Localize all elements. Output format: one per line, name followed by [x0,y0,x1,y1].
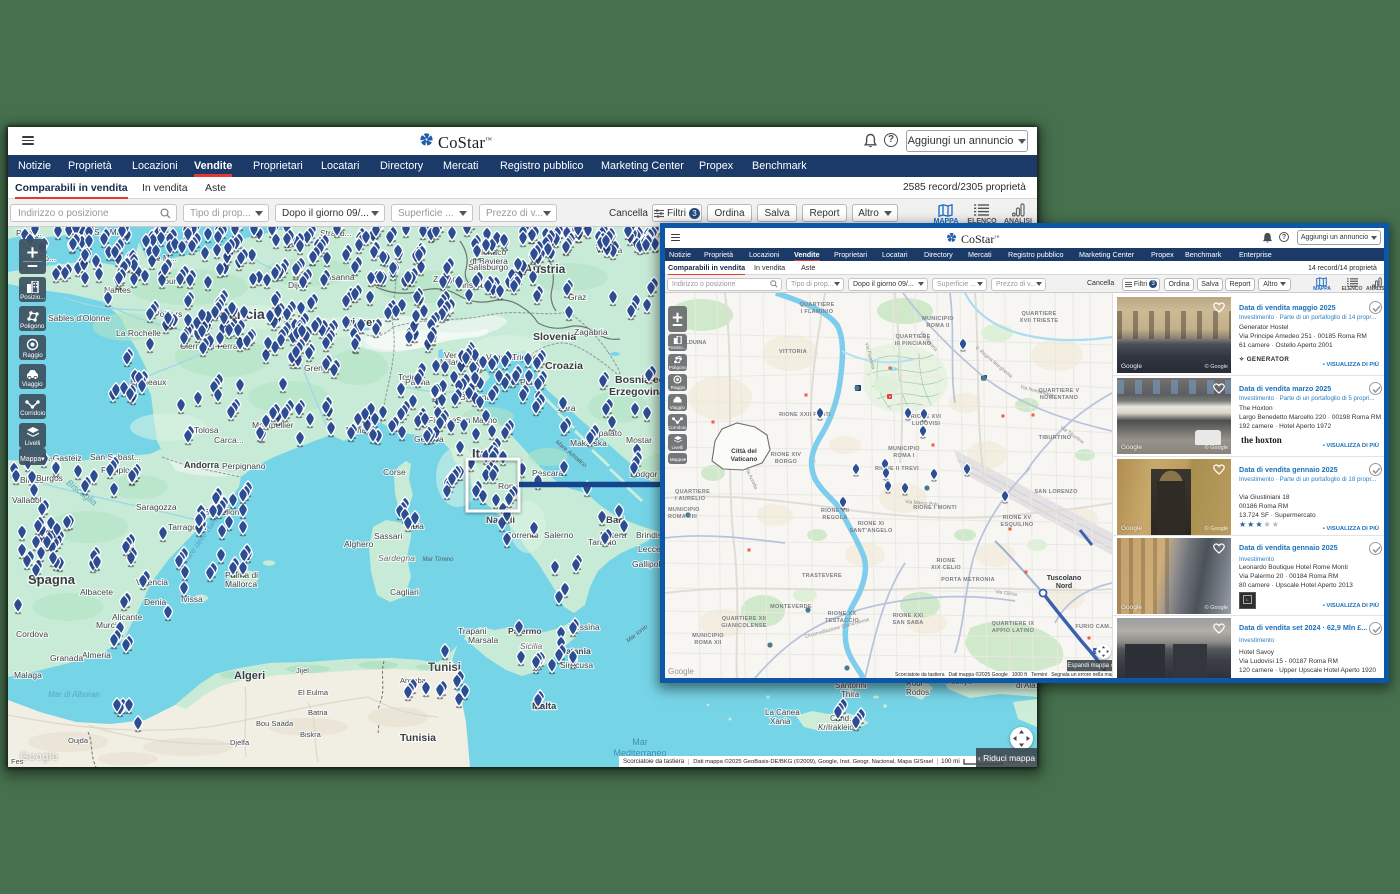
svg-text:GIANICOLENSE: GIANICOLENSE [721,623,766,629]
svg-text:La Rochelle: La Rochelle [116,328,161,338]
svg-text:ROMA II: ROMA II [926,323,949,329]
svg-text:TRASTEVERE: TRASTEVERE [802,573,842,579]
svg-text:VITTORIA: VITTORIA [779,349,807,355]
svg-text:Tolosa: Tolosa [194,425,219,435]
svg-text:Bou Saada: Bou Saada [256,719,294,728]
svg-text:Granada: Granada [50,653,83,663]
svg-text:Vaticano: Vaticano [731,456,758,463]
svg-text:Jijel: Jijel [296,666,309,675]
svg-text:Andorra: Andorra [184,460,220,470]
svg-text:I AURELIO: I AURELIO [675,496,706,502]
svg-text:Algeri: Algeri [234,670,265,682]
svg-text:ROMA XII: ROMA XII [694,640,721,646]
svg-text:ROMA XIII: ROMA XIII [668,514,697,520]
svg-text:Mar di Alboran: Mar di Alboran [48,690,100,699]
svg-text:QUARTIERE: QUARTIERE [799,302,834,308]
svg-text:Salerno: Salerno [544,530,574,540]
svg-text:Rodos: Rodos [906,688,929,697]
svg-text:Irakleio: Irakleio [828,723,854,732]
svg-text:Marsala: Marsala [468,635,499,645]
svg-text:Sassari: Sassari [374,531,402,541]
svg-text:Cagliari: Cagliari [390,587,419,597]
svg-text:Cordova: Cordova [16,629,48,639]
svg-text:Biskra: Biskra [300,730,322,739]
svg-text:SAN LORENZO: SAN LORENZO [1034,489,1078,495]
svg-text:Batna: Batna [308,708,328,717]
svg-text:Zagabria: Zagabria [574,327,608,337]
svg-text:Xania: Xania [770,717,791,726]
svg-text:Città del: Città del [731,448,757,455]
svg-text:Malaga: Malaga [14,670,42,680]
svg-text:MUNICIPIO: MUNICIPIO [668,507,700,513]
svg-text:Alghero: Alghero [344,539,374,549]
svg-text:MUNICIPIO: MUNICIPIO [922,316,954,322]
svg-text:RIONE XIV: RIONE XIV [771,452,802,458]
svg-text:LUDOVISI: LUDOVISI [912,421,941,427]
svg-text:REGOLA: REGOLA [822,515,847,521]
svg-text:XIX CELIO: XIX CELIO [931,565,961,571]
svg-text:SAN SABA: SAN SABA [892,620,923,626]
svg-text:La Canea: La Canea [765,708,800,717]
svg-text:ROMA I: ROMA I [893,453,915,459]
svg-text:MUNICIPIO: MUNICIPIO [692,633,724,639]
svg-text:El Eulma: El Eulma [298,688,329,697]
svg-text:Mar: Mar [632,737,648,747]
svg-text:RIONE XXI: RIONE XXI [893,613,924,619]
svg-text:Gallipoli: Gallipoli [632,559,662,569]
svg-text:Lecce: Lecce [638,544,661,554]
svg-text:Bosnia ed: Bosnia ed [615,374,665,386]
svg-text:Alicante: Alicante [112,612,143,622]
svg-text:RIONE XX: RIONE XX [828,611,857,617]
svg-text:Tunisi: Tunisi [428,662,461,674]
svg-text:SANT'ANGELO: SANT'ANGELO [849,528,893,534]
svg-text:Croazia: Croazia [545,360,583,372]
svg-text:Perpignano: Perpignano [222,461,266,471]
svg-text:Mostar: Mostar [626,435,652,445]
svg-text:FURIO CAM...: FURIO CAM... [1075,624,1112,630]
svg-text:BORGO: BORGO [775,459,798,465]
svg-text:TIBURTINO: TIBURTINO [1039,435,1072,441]
svg-text:QUARTIERE IX: QUARTIERE IX [992,621,1035,627]
svg-text:Palermo: Palermo [508,626,542,636]
svg-text:Sardegna: Sardegna [378,553,415,563]
svg-text:I FLAMINIO: I FLAMINIO [801,309,834,315]
svg-text:QUARTIERE: QUARTIERE [1021,311,1056,317]
svg-text:Denia: Denia [144,597,166,607]
svg-text:Tuscolano: Tuscolano [1047,575,1081,582]
svg-text:MUNICIPIO: MUNICIPIO [888,446,920,452]
svg-text:Corse: Corse [383,467,406,477]
svg-text:Tunisia: Tunisia [400,732,436,744]
svg-text:Thira: Thira [841,690,860,699]
svg-text:Albacete: Albacete [80,587,113,597]
svg-text:Oujda: Oujda [68,736,89,745]
svg-text:Nord: Nord [1056,583,1072,590]
svg-text:QUARTIERE XII: QUARTIERE XII [722,616,767,622]
svg-text:Mar Tirreno: Mar Tirreno [423,557,455,563]
svg-text:RIONE II TREVI: RIONE II TREVI [875,466,919,472]
svg-text:MONTEVERDE: MONTEVERDE [770,604,812,610]
svg-text:Saragozza: Saragozza [136,502,177,512]
svg-text:RIONE XV: RIONE XV [1003,515,1032,521]
svg-text:PORTA METRONIA: PORTA METRONIA [941,577,995,583]
svg-text:Carca...: Carca... [214,435,244,445]
svg-text:Sicilia: Sicilia [520,641,542,651]
svg-text:Djelfa: Djelfa [230,738,250,747]
svg-text:ESQUILINO: ESQUILINO [1001,522,1034,528]
svg-text:Almeria: Almeria [82,650,111,660]
svg-text:Mallorca: Mallorca [225,579,257,589]
svg-text:Erzegovina: Erzegovina [609,386,665,398]
svg-text:RIONE: RIONE [937,558,956,564]
svg-text:Salisburgo: Salisburgo [468,262,508,272]
svg-text:APPIO LATINO: APPIO LATINO [992,628,1035,634]
svg-text:Sables d'Olonne: Sables d'Olonne [48,313,110,323]
svg-text:QUARTIERE: QUARTIERE [675,489,710,495]
svg-text:XVII TRIESTE: XVII TRIESTE [1020,318,1059,324]
svg-text:Slovenia: Slovenia [533,331,576,343]
svg-text:RIONE XI: RIONE XI [858,521,885,527]
